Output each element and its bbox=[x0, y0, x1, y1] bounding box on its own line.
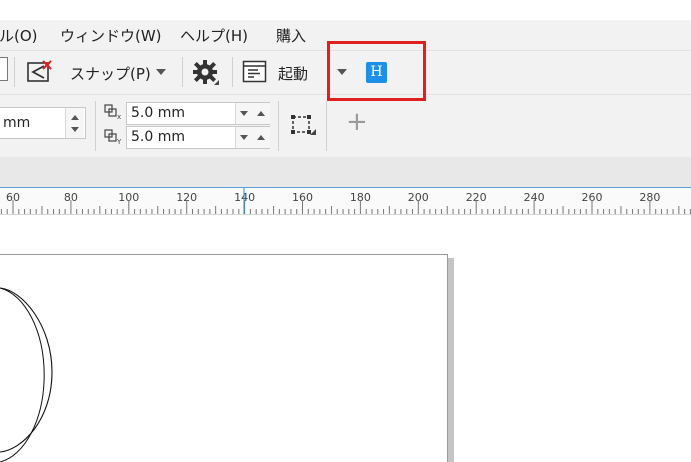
launch-label[interactable]: 起動 bbox=[278, 63, 308, 84]
launch-window-icon[interactable] bbox=[242, 60, 268, 84]
snap-off-icon[interactable] bbox=[26, 59, 54, 85]
toolbar-separator bbox=[95, 101, 96, 151]
size-spin-buttons[interactable] bbox=[65, 108, 84, 138]
spin-down-icon[interactable] bbox=[71, 127, 79, 132]
spin-up-icon[interactable] bbox=[257, 111, 265, 116]
transform-frame-icon[interactable] bbox=[289, 113, 317, 139]
nudge-x-spin[interactable] bbox=[235, 103, 270, 124]
spin-up-icon[interactable] bbox=[257, 135, 265, 140]
menu-item-tools[interactable]: ル(O) bbox=[0, 25, 38, 46]
snap-dropdown-label[interactable]: スナップ(P) bbox=[70, 63, 151, 84]
toolbar-separator bbox=[14, 57, 15, 87]
toolbar-separator bbox=[182, 57, 183, 87]
menu-item-purchase[interactable]: 購入 bbox=[276, 25, 306, 46]
title-bar-area bbox=[0, 0, 691, 20]
clipped-toolbar-icon[interactable] bbox=[0, 57, 8, 81]
gear-icon[interactable] bbox=[192, 59, 220, 87]
nudge-y-value: 5.0 mm bbox=[131, 129, 185, 145]
toolbar-separator bbox=[232, 57, 233, 87]
nudge-y-input[interactable]: 5.0 mm bbox=[126, 126, 270, 149]
nudge-y-spin[interactable] bbox=[235, 127, 270, 148]
menu-item-help[interactable]: ヘルプ(H) bbox=[180, 25, 248, 46]
circle-shape[interactable] bbox=[0, 280, 60, 462]
add-button[interactable]: + bbox=[346, 109, 368, 135]
nudge-x-icon: x bbox=[104, 104, 121, 120]
size-input-partial[interactable]: mm bbox=[0, 107, 86, 139]
menu-item-window[interactable]: ウィンドウ(W) bbox=[60, 25, 162, 46]
snap-dropdown-arrow-icon[interactable] bbox=[155, 68, 167, 76]
spin-down-icon[interactable] bbox=[240, 111, 248, 116]
property-bar: mm x Y 5.0 mm 5.0 mm + bbox=[0, 95, 691, 157]
ruler-tick-marks bbox=[0, 188, 691, 214]
nudge-y-icon: Y bbox=[104, 129, 122, 145]
document-tab-strip bbox=[0, 157, 691, 188]
svg-text:x: x bbox=[117, 113, 121, 120]
toolbar-separator bbox=[326, 101, 327, 151]
size-input-value: mm bbox=[3, 115, 31, 131]
svg-text:Y: Y bbox=[116, 138, 122, 145]
spin-up-icon[interactable] bbox=[71, 115, 79, 120]
nudge-x-input[interactable]: 5.0 mm bbox=[126, 102, 270, 125]
spin-down-icon[interactable] bbox=[240, 135, 248, 140]
nudge-x-value: 5.0 mm bbox=[131, 105, 185, 121]
drawing-page[interactable] bbox=[0, 254, 448, 462]
toolbar-separator bbox=[278, 101, 279, 151]
page-shadow bbox=[448, 258, 454, 462]
horizontal-ruler[interactable]: 60 80 100 120 140 160 180 200 220 240 260 280 bbox=[0, 188, 691, 215]
highlight-box bbox=[327, 41, 426, 101]
